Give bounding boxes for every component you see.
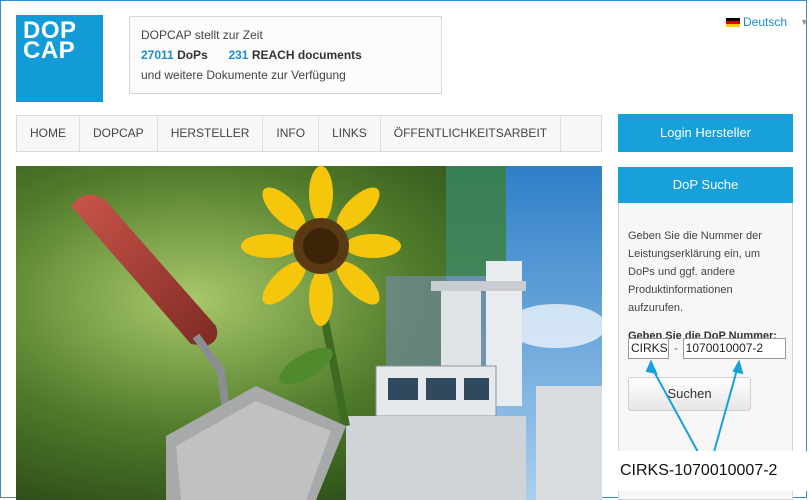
reach-label: REACH documents [251,48,362,62]
main-nav: HOME DOPCAP HERSTELLER INFO LINKS ÖFFENT… [16,115,602,152]
nav-info[interactable]: INFO [263,116,320,151]
nav-dopcap[interactable]: DOPCAP [80,116,158,151]
hero-image [16,166,602,500]
dopcap-logo[interactable]: DOP CAP [16,15,103,102]
caret-down-icon: ▼ [800,17,809,27]
stats-intro: DOPCAP stellt zur Zeit [141,28,263,42]
input-separator: - [674,342,678,355]
german-flag-icon [726,17,740,27]
nav-links[interactable]: LINKS [319,116,381,151]
login-hersteller-button[interactable]: Login Hersteller [618,114,793,152]
nav-hersteller[interactable]: HERSTELLER [158,116,264,151]
reach-count: 231 [228,48,249,62]
nav-home[interactable]: HOME [17,116,80,151]
search-button[interactable]: Suchen [628,377,751,411]
language-label: Deutsch [743,15,788,29]
dops-count: 27011 [141,48,174,62]
dop-prefix-input[interactable]: CIRKS [628,338,669,359]
dop-search-title: DoP Suche [618,167,793,203]
logo-line-2: CAP [23,37,76,64]
dop-number-inputs: CIRKS - 1070010007-2 [628,338,786,359]
dop-number-input[interactable]: 1070010007-2 [682,338,786,359]
dop-search-description: Geben Sie die Nummer der Leistungserklär… [628,230,762,314]
dop-number-annotation: CIRKS-1070010007-2 [603,451,807,491]
language-selector[interactable]: Deutsch ▼ [726,15,809,29]
dops-label: DoPs [177,48,208,62]
stats-outro: und weitere Dokumente zur Verfügung [141,68,346,82]
nav-oeffentlichkeitsarbeit[interactable]: ÖFFENTLICHKEITSARBEIT [381,116,562,151]
document-stats-box: DOPCAP stellt zur Zeit 27011 DoPs 231 RE… [129,16,442,94]
stats-counts: 27011 DoPs 231 REACH documents [141,45,441,65]
